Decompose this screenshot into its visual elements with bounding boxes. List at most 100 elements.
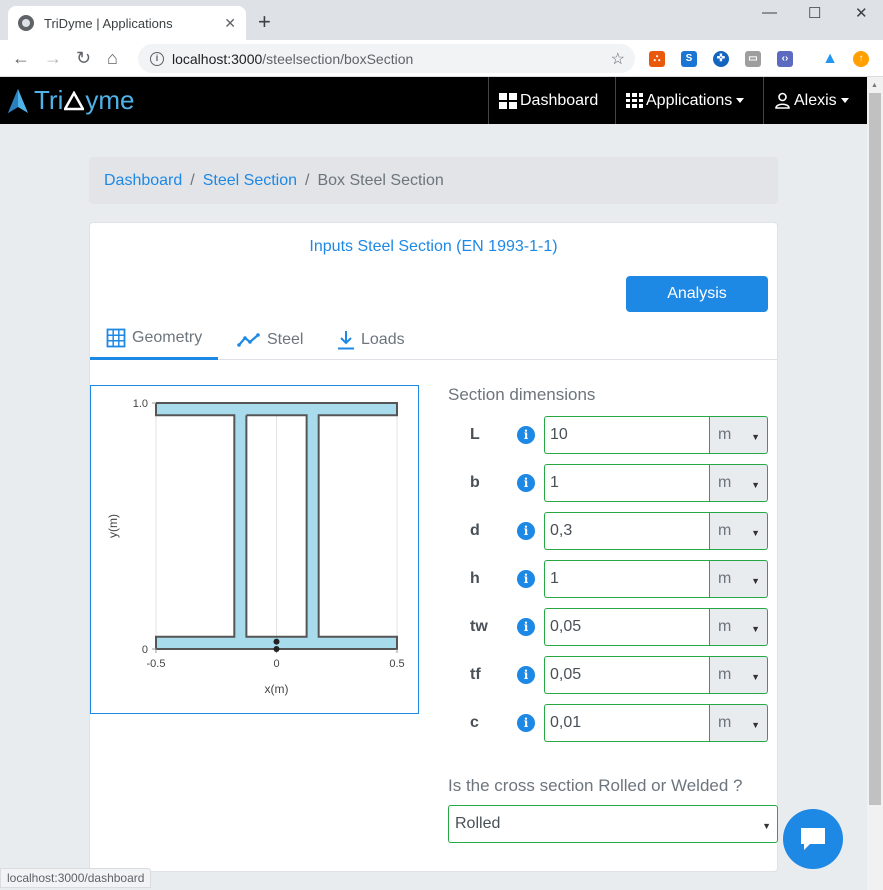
user-icon <box>775 92 790 109</box>
breadcrumb-dashboard[interactable]: Dashboard <box>104 172 182 190</box>
tridyme-logo-icon <box>8 88 28 113</box>
back-icon[interactable]: ← <box>12 48 30 69</box>
unit-value: m <box>718 570 732 587</box>
dropdown-arrow-icon: ▼ <box>751 528 760 538</box>
dim-input-tw[interactable] <box>544 608 709 646</box>
info-icon[interactable]: i <box>517 714 535 732</box>
close-window-icon[interactable]: ✕ <box>855 4 868 22</box>
section-chart: -0.5 0 0.5 0 1.0 x(m) y(m) <box>90 385 419 714</box>
extension-puzzle-icon[interactable]: ✜ <box>713 51 729 67</box>
scroll-up-icon[interactable]: ▲ <box>871 82 878 89</box>
site-info-icon[interactable]: i <box>150 51 164 66</box>
dim-input-h[interactable] <box>544 560 709 598</box>
unit-select-c[interactable]: m ▼ <box>709 704 768 742</box>
extension-devtools-icon[interactable]: ‹› <box>777 51 793 67</box>
chart-point <box>273 638 280 645</box>
dim-input-b[interactable] <box>544 464 709 502</box>
maximize-icon[interactable]: ☐ <box>808 4 821 22</box>
y-tick-label: 0 <box>142 644 148 656</box>
apps-grid-icon <box>626 93 643 108</box>
dim-input-c[interactable] <box>544 704 709 742</box>
nav-user[interactable]: Alexis <box>763 77 859 124</box>
minimize-icon[interactable]: — <box>762 4 777 21</box>
globe-icon <box>18 15 34 31</box>
info-icon[interactable]: i <box>517 618 535 636</box>
home-icon[interactable]: ⌂ <box>107 48 118 69</box>
unit-value: m <box>718 666 732 683</box>
unit-select-d[interactable]: m ▼ <box>709 512 768 550</box>
extension-lock-icon[interactable]: ⛬ <box>649 51 665 67</box>
breadcrumb-separator: / <box>305 171 310 189</box>
chevron-down-icon <box>840 98 849 103</box>
tab-steel[interactable]: Steel <box>237 319 303 360</box>
unit-select-b[interactable]: m ▼ <box>709 464 768 502</box>
extension-window-icon[interactable]: ▭ <box>745 51 761 67</box>
card-title: Inputs Steel Section (EN 1993-1-1) <box>309 238 558 255</box>
bookmark-star-icon[interactable]: ☆ <box>611 49 625 69</box>
dim-input-tf[interactable] <box>544 656 709 694</box>
x-tick-label: 0 <box>273 658 279 670</box>
nav-applications[interactable]: Applications <box>615 77 754 124</box>
scrollbar-thumb[interactable] <box>869 93 881 805</box>
breadcrumb-active: Box Steel Section <box>317 171 444 189</box>
info-icon[interactable]: i <box>517 426 535 444</box>
tab-loads[interactable]: Loads <box>337 319 405 360</box>
unit-select-tf[interactable]: m ▼ <box>709 656 768 694</box>
extension-arrow-icon[interactable]: ▲ <box>822 51 838 67</box>
y-axis-label: y(m) <box>106 514 120 538</box>
browser-tab[interactable]: TriDyme | Applications ✕ <box>8 6 246 40</box>
url-path: /steelsection/boxSection <box>262 50 414 67</box>
unit-select-L[interactable]: m ▼ <box>709 416 768 454</box>
rolled-welded-value: Rolled <box>455 815 501 832</box>
info-icon[interactable]: i <box>517 570 535 588</box>
tab-loads-label: Loads <box>361 330 405 348</box>
brand-logo[interactable]: Tri yme <box>6 85 134 116</box>
brand-text-pre: Tri <box>34 85 64 115</box>
url-host: localhost:3000 <box>172 50 263 67</box>
grid-icon <box>106 328 126 348</box>
tab-geometry-label: Geometry <box>132 329 203 346</box>
unit-value: m <box>718 714 732 731</box>
rolled-welded-question: Is the cross section Rolled or Welded ? <box>448 776 743 795</box>
chart-point <box>273 646 280 652</box>
info-icon[interactable]: i <box>517 522 535 540</box>
section-dimensions-heading: Section dimensions <box>448 385 596 404</box>
dim-input-L[interactable] <box>544 416 709 454</box>
tab-title: TriDyme | Applications <box>44 15 173 31</box>
nav-dashboard-label: Dashboard <box>520 91 599 109</box>
forward-icon[interactable]: → <box>44 48 62 69</box>
y-tick-label: 1.0 <box>133 398 148 410</box>
dropdown-arrow-icon: ▼ <box>762 821 771 831</box>
breadcrumb-steel-section[interactable]: Steel Section <box>203 172 297 190</box>
reload-icon[interactable]: ↻ <box>76 48 91 69</box>
analysis-button[interactable]: Analysis <box>626 276 768 312</box>
breadcrumb: Dashboard / Steel Section / Box Steel Se… <box>89 157 778 204</box>
info-icon[interactable]: i <box>517 474 535 492</box>
x-axis-label: x(m) <box>265 682 289 696</box>
nav-user-label: Alexis <box>794 91 837 109</box>
rolled-welded-select[interactable]: Rolled ▼ <box>448 805 778 843</box>
extension-update-icon[interactable]: ↑ <box>853 51 869 67</box>
new-tab-icon[interactable]: + <box>258 9 271 35</box>
tab-geometry[interactable]: Geometry <box>90 319 219 360</box>
info-icon[interactable]: i <box>517 666 535 684</box>
dropdown-arrow-icon: ▼ <box>751 480 760 490</box>
extension-s-icon[interactable]: S <box>681 51 697 67</box>
x-tick-label: 0.5 <box>389 658 404 670</box>
nav-dashboard[interactable]: Dashboard <box>488 77 608 124</box>
chat-button[interactable] <box>783 809 843 869</box>
dashboard-icon <box>499 92 517 109</box>
dropdown-arrow-icon: ▼ <box>751 624 760 634</box>
close-tab-icon[interactable]: ✕ <box>224 15 236 32</box>
tab-steel-label: Steel <box>267 330 304 348</box>
dim-label: tf <box>470 666 481 683</box>
unit-value: m <box>718 426 732 443</box>
input-tabs: Geometry Steel Loads <box>90 319 777 360</box>
dim-label: c <box>470 714 479 731</box>
unit-select-h[interactable]: m ▼ <box>709 560 768 598</box>
unit-select-tw[interactable]: m ▼ <box>709 608 768 646</box>
dim-label: L <box>470 426 480 443</box>
address-bar[interactable]: i localhost:3000/steelsection/boxSection… <box>138 44 635 73</box>
brand-text-post: yme <box>85 85 135 115</box>
dim-input-d[interactable] <box>544 512 709 550</box>
